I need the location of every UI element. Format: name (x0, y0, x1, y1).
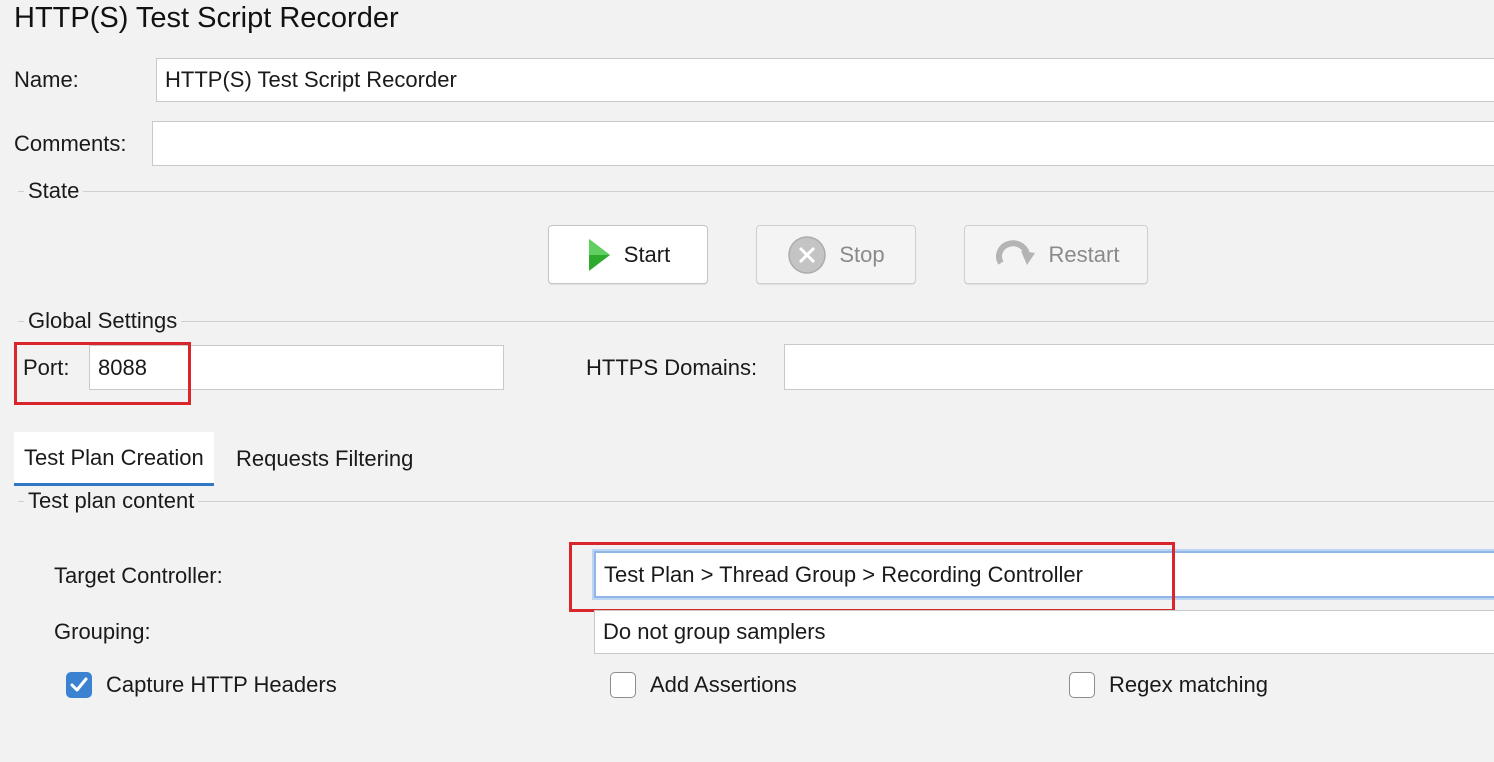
regex-matching-label: Regex matching (1109, 672, 1268, 697)
stop-button-label: Stop (839, 241, 885, 267)
add-assertions-checkbox[interactable] (610, 672, 636, 698)
add-assertions-option[interactable]: Add Assertions (610, 672, 797, 698)
start-button-label: Start (623, 241, 671, 267)
comments-label: Comments: (14, 131, 127, 156)
target-controller-highlight-box (569, 542, 1175, 612)
test-plan-content-divider (18, 501, 1494, 502)
grouping-label: Grouping: (54, 619, 151, 644)
add-assertions-label: Add Assertions (650, 672, 797, 697)
https-domains-label: HTTPS Domains: (586, 355, 758, 380)
global-settings-divider (18, 321, 1494, 322)
state-section-title: State (24, 178, 84, 204)
start-button[interactable]: Start (548, 225, 708, 284)
stop-button[interactable]: Stop (756, 225, 916, 284)
grouping-select[interactable]: Do not group samplers (594, 610, 1494, 654)
restart-button-label: Restart (1048, 241, 1120, 267)
tab-requests-filtering[interactable]: Requests Filtering (226, 432, 423, 486)
capture-http-headers-label: Capture HTTP Headers (106, 672, 337, 697)
page-title: HTTP(S) Test Script Recorder (14, 2, 399, 34)
test-plan-content-title: Test plan content (24, 488, 199, 514)
global-settings-title: Global Settings (24, 308, 182, 334)
regex-matching-checkbox[interactable] (1069, 672, 1095, 698)
stop-icon (788, 235, 827, 274)
regex-matching-option[interactable]: Regex matching (1069, 672, 1268, 698)
capture-http-headers-checkbox[interactable] (66, 672, 92, 698)
play-icon (588, 238, 610, 271)
state-divider (18, 191, 1494, 192)
comments-input[interactable] (152, 121, 1494, 166)
restart-button[interactable]: Restart (964, 225, 1148, 284)
name-input[interactable]: HTTP(S) Test Script Recorder (156, 58, 1494, 102)
https-domains-input[interactable] (784, 344, 1494, 390)
restart-icon (995, 239, 1035, 265)
name-label: Name: (14, 67, 79, 92)
tab-test-plan-creation[interactable]: Test Plan Creation (14, 432, 214, 486)
port-highlight-box (14, 342, 191, 405)
capture-http-headers-option[interactable]: Capture HTTP Headers (66, 672, 337, 698)
checkmark-icon (70, 677, 88, 692)
target-controller-label: Target Controller: (54, 563, 223, 588)
